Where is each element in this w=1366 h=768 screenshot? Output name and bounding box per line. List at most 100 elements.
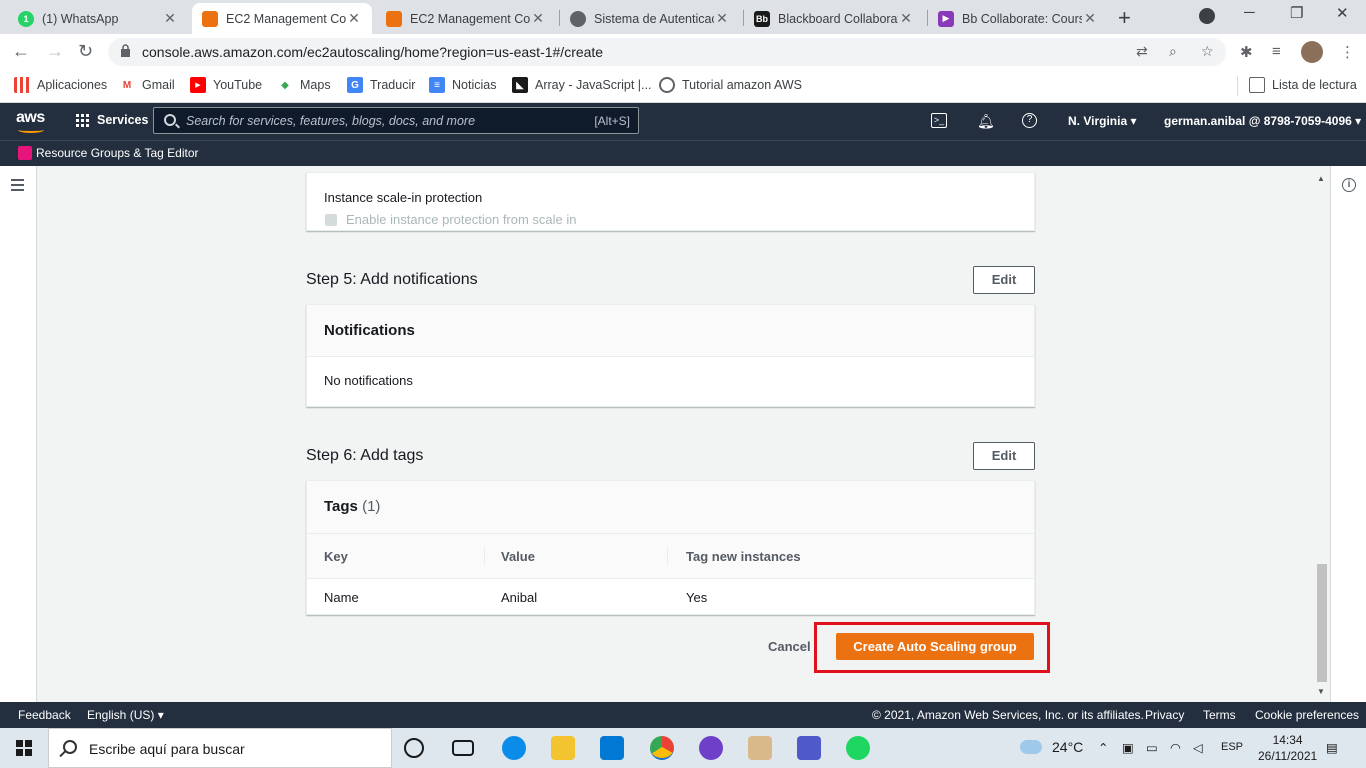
reading-list-label: Lista de lectura <box>1272 78 1357 92</box>
teams-icon[interactable] <box>797 736 821 760</box>
close-tab-icon[interactable]: ✕ <box>346 10 362 27</box>
task-view-icon[interactable] <box>452 740 474 756</box>
restore-button[interactable]: ❐ <box>1290 4 1303 22</box>
bookmark-traducir[interactable]: G Traducir <box>347 77 415 93</box>
cancel-button[interactable]: Cancel <box>768 639 811 654</box>
bookmark-youtube[interactable]: ▶ YouTube <box>190 77 262 93</box>
hamburger-menu-icon[interactable] <box>11 179 24 194</box>
close-tab-icon[interactable]: ✕ <box>162 10 178 27</box>
tab-bb-collaborate[interactable]: ▶ Bb Collaborate: Cours ✕ <box>928 3 1108 34</box>
step6-edit-button[interactable]: Edit <box>973 442 1035 470</box>
scroll-down-icon[interactable]: ▼ <box>1317 687 1325 696</box>
taskbar-search-input[interactable]: Escribe aquí para buscar <box>48 728 392 768</box>
column-value: Value <box>501 549 535 564</box>
feedback-link[interactable]: Feedback <box>18 708 71 722</box>
edge-icon[interactable] <box>502 736 526 760</box>
tab-whatsapp[interactable]: 1 (1) WhatsApp ✕ <box>8 3 188 34</box>
battery-icon[interactable]: ▭ <box>1146 740 1158 755</box>
column-divider <box>667 547 668 565</box>
media-icon[interactable]: ≡ <box>1272 43 1281 60</box>
page-scrollbar[interactable]: ▲ ▼ <box>1315 174 1329 699</box>
reload-icon[interactable]: ↻ <box>78 41 93 62</box>
chevron-up-icon[interactable]: ⌃ <box>1098 740 1108 755</box>
reading-list[interactable]: Lista de lectura <box>1249 77 1357 93</box>
cortana-icon[interactable] <box>404 738 424 758</box>
tags-table-header: Key Value Tag new instances <box>307 534 1034 579</box>
bookmark-star-icon[interactable]: ☆ <box>1201 43 1214 60</box>
menu-icon[interactable]: ⋮ <box>1340 43 1355 61</box>
back-arrow-icon[interactable]: ← <box>12 41 30 62</box>
url-text: console.aws.amazon.com/ec2autoscaling/ho… <box>142 44 604 60</box>
language-selector[interactable]: English (US) ▾ <box>87 708 164 722</box>
close-tab-icon[interactable]: ✕ <box>530 10 546 27</box>
tab-blackboard[interactable]: Bb Blackboard Collaborat ✕ <box>744 3 924 34</box>
create-auto-scaling-group-button[interactable]: Create Auto Scaling group <box>836 633 1034 660</box>
bookmark-array-js[interactable]: ◣ Array - JavaScript |... <box>512 77 651 93</box>
tab-ec2-active[interactable]: EC2 Management Con ✕ <box>192 3 372 34</box>
spotify-icon[interactable] <box>846 736 870 760</box>
profile-avatar[interactable] <box>1301 41 1323 63</box>
chrome-icon[interactable] <box>650 736 674 760</box>
scale-in-checkbox-label: Enable instance protection from scale in <box>346 212 577 227</box>
account-menu[interactable]: german.anibal @ 8798-7059-4096 ▾ <box>1164 114 1361 128</box>
minimize-button[interactable]: ─ <box>1244 4 1255 21</box>
apps-grid-icon <box>14 77 30 93</box>
forward-arrow-icon[interactable]: → <box>46 41 64 62</box>
globe-icon <box>570 10 586 27</box>
scrollbar-thumb[interactable] <box>1317 564 1327 682</box>
cloudshell-icon[interactable]: >_ <box>931 113 947 128</box>
bookmark-tutorial-aws[interactable]: Tutorial amazon AWS <box>659 77 802 93</box>
file-explorer-icon[interactable] <box>551 736 575 760</box>
vpn-icon[interactable]: ▣ <box>1122 740 1134 755</box>
help-icon[interactable]: ? <box>1022 113 1037 128</box>
tab-ec2[interactable]: EC2 Management Con ✕ <box>376 3 556 34</box>
zoom-icon[interactable]: ⌕ <box>1169 43 1177 60</box>
step5-edit-button[interactable]: Edit <box>973 266 1035 294</box>
input-language[interactable]: ESP <box>1221 741 1243 753</box>
mdn-icon: ◣ <box>512 77 528 93</box>
weather-temperature[interactable]: 24°C <box>1052 739 1083 755</box>
youtube-icon: ▶ <box>190 77 206 93</box>
weather-cloud-icon[interactable] <box>1020 740 1042 754</box>
privacy-link[interactable]: Privacy <box>1145 708 1184 722</box>
search-icon <box>63 740 77 754</box>
address-bar[interactable]: console.aws.amazon.com/ec2autoscaling/ho… <box>108 38 1226 66</box>
notifications-header: Notifications <box>307 305 1034 357</box>
scale-in-protection-label: Instance scale-in protection <box>324 190 483 205</box>
translate-icon[interactable]: ⇄ <box>1136 43 1148 60</box>
scale-in-checkbox[interactable] <box>325 214 337 226</box>
cookie-preferences-link[interactable]: Cookie preferences <box>1255 708 1359 722</box>
region-selector[interactable]: N. Virginia ▾ <box>1068 114 1136 128</box>
bookmark-apps[interactable]: Aplicaciones <box>14 77 107 93</box>
volume-icon[interactable]: ◁ <box>1193 740 1203 755</box>
news-icon: ≡ <box>429 77 445 93</box>
terms-link[interactable]: Terms <box>1203 708 1236 722</box>
scroll-up-icon[interactable]: ▲ <box>1317 174 1325 183</box>
paint-icon[interactable] <box>748 736 772 760</box>
extensions-icon[interactable]: ✱ <box>1240 43 1253 61</box>
tab-sistema[interactable]: Sistema de Autenticac ✕ <box>560 3 740 34</box>
bookmark-noticias[interactable]: ≡ Noticias <box>429 77 496 93</box>
wifi-icon[interactable]: ◠ <box>1170 740 1181 755</box>
tab-search-icon[interactable] <box>1199 8 1215 24</box>
services-menu-button[interactable]: Services <box>76 113 148 127</box>
aws-search-input[interactable]: Search for services, features, blogs, do… <box>153 107 639 134</box>
new-tab-button[interactable]: + <box>1118 5 1131 31</box>
resource-groups-link[interactable]: Resource Groups & Tag Editor <box>36 146 199 160</box>
windows-start-icon[interactable] <box>16 740 32 756</box>
bookmark-maps[interactable]: ◆ Maps <box>277 77 330 93</box>
close-tab-icon[interactable]: ✕ <box>1082 10 1098 27</box>
bookmark-label: YouTube <box>213 78 263 92</box>
notifications-icon[interactable]: ▤ <box>1326 740 1338 755</box>
close-tab-icon[interactable]: ✕ <box>898 10 914 27</box>
system-clock[interactable]: 14:34 26/11/2021 <box>1258 732 1317 764</box>
info-icon[interactable]: i <box>1342 178 1356 192</box>
github-desktop-icon[interactable] <box>699 736 723 760</box>
close-window-button[interactable]: ✕ <box>1336 4 1349 22</box>
mail-icon[interactable] <box>600 736 624 760</box>
bell-icon[interactable]: 🔔︎ <box>977 113 995 130</box>
resource-groups-icon <box>18 146 32 160</box>
close-tab-icon[interactable]: ✕ <box>714 10 730 27</box>
bookmark-gmail[interactable]: M Gmail <box>119 77 175 93</box>
aws-logo[interactable]: aws <box>16 109 45 133</box>
